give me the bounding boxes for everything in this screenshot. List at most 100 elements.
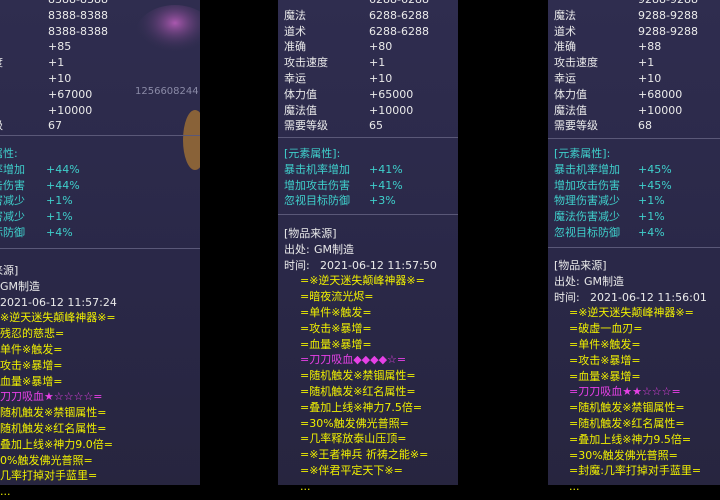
source-from-label: 出处:	[554, 274, 580, 288]
effect-line: 单件※触发=	[0, 343, 63, 356]
stat-value: 6288-6288	[369, 0, 429, 8]
stat-value: +10	[638, 72, 662, 85]
effect-line: =※逆天迷失颠峰神器※=	[300, 274, 425, 288]
element-value: +1%	[46, 210, 73, 224]
effect-line: =随机触发※禁锢属性=	[300, 369, 416, 383]
effect-line: ※逆天迷失颠峰神器※=	[0, 311, 116, 325]
stat-value: 6288-6288	[369, 8, 429, 22]
stat-value: +1	[48, 56, 65, 70]
source-from: GM制造	[584, 274, 625, 288]
stat-value: 9288-9288	[638, 24, 698, 38]
black-gap-1	[200, 0, 278, 485]
effect-line: =30%触发佛光普照=	[569, 448, 678, 462]
effect-line: =刀刀吸血★★☆☆☆=	[569, 385, 681, 399]
stat-value: +1	[369, 56, 386, 70]
effect-line: =血量※暴增=	[569, 369, 641, 383]
element-label: 暴击机率增加	[284, 162, 350, 176]
divider	[278, 214, 458, 215]
element-label: 标防御	[0, 226, 25, 239]
stat-label: 准确	[284, 40, 306, 54]
effect-line: =攻击※暴增=	[300, 321, 372, 335]
effect-line: =单件※触发=	[569, 338, 641, 351]
element-value: +44%	[46, 162, 80, 176]
stat-label: 幸运	[284, 72, 306, 85]
source-header: [物品来源]	[284, 227, 337, 240]
element-header: [元素属性]:	[554, 147, 611, 160]
element-label: 害减少	[0, 194, 25, 208]
effect-line: ...	[0, 485, 11, 499]
stat-value: +85	[48, 40, 72, 54]
stat-value: 67	[48, 119, 62, 133]
stat-value: +10000	[369, 103, 414, 117]
element-label: 增加攻击伤害	[554, 178, 620, 192]
element-value: +1%	[638, 210, 665, 224]
stat-value: 6288-6288	[369, 24, 429, 38]
stat-value: +10	[369, 72, 393, 85]
element-value: +3%	[369, 194, 396, 208]
effect-line: 血量※暴增=	[0, 374, 63, 388]
effect-line: =随机触发※红名属性=	[569, 417, 685, 430]
stat-label: 幸运	[554, 72, 576, 85]
effect-line: 随机触发※红名属性=	[0, 422, 107, 435]
divider	[0, 135, 200, 136]
effect-line: =血量※暴增=	[300, 337, 372, 351]
source-time: 2021-06-12 11:57:24	[0, 295, 117, 309]
stat-label: 魔法	[284, 8, 306, 22]
source-time-label: 时间:	[284, 258, 310, 272]
source-time: 2021-06-12 11:57:50	[320, 258, 437, 272]
stat-label: 需要等级	[554, 119, 598, 133]
effect-line: 残忍的慈悲=	[0, 327, 65, 341]
effect-line: 0%触发佛光普照=	[0, 453, 93, 467]
stat-label: 道术	[554, 24, 576, 38]
element-value: +44%	[46, 178, 80, 192]
effect-line: =暗夜流光烬=	[300, 290, 374, 304]
effect-line: 叠加上线※神力9.0倍=	[0, 437, 113, 451]
stat-value: +68000	[638, 87, 683, 101]
stat-value: 68	[638, 119, 652, 133]
effect-line: =几率释放泰山压顶=	[300, 432, 407, 446]
glow-decoration-icon	[135, 5, 200, 170]
element-label: 暴击机率增加	[554, 162, 620, 176]
stat-value: +1	[638, 56, 655, 70]
element-label: 增加攻击伤害	[284, 178, 350, 192]
stat-value: 8388-8388	[48, 8, 108, 22]
source-time-label: 时间:	[554, 290, 580, 304]
effect-line: =※逆天迷失颠峰神器※=	[569, 306, 694, 320]
stat-label: 攻击速度	[554, 56, 598, 70]
stat-label: 体力值	[554, 87, 587, 101]
stat-value: +10000	[48, 103, 93, 117]
element-value: +4%	[638, 226, 665, 239]
effect-line: 随机触发※禁锢属性=	[0, 406, 107, 420]
side-number: 1256608244	[135, 86, 199, 97]
stat-value: +10000	[638, 103, 683, 117]
source-header: 来源]	[0, 264, 19, 277]
stat-label: 道术	[284, 24, 306, 38]
stat-label: 魔法值	[554, 103, 587, 117]
stat-label: 级	[0, 118, 3, 134]
element-value: +4%	[46, 226, 73, 239]
element-label: 魔法伤害减少	[554, 210, 620, 224]
element-label: 忽视目标防御	[284, 194, 350, 208]
effect-line: =30%触发佛光普照=	[300, 416, 409, 430]
element-header: [元素属性]:	[284, 147, 341, 160]
stat-label: 攻击速度	[284, 56, 328, 70]
stat-value: +80	[369, 40, 393, 54]
stat-value: 9288-9288	[638, 0, 698, 8]
divider	[548, 138, 720, 139]
stat-value: 8388-8388	[48, 0, 108, 8]
element-value: +45%	[638, 162, 672, 176]
stat-value: 8388-8388	[48, 24, 108, 38]
effect-line: =叠加上线※神力7.5倍=	[300, 400, 423, 414]
stat-label: 需要等级	[284, 119, 328, 133]
divider	[0, 248, 200, 249]
effect-line: ...	[300, 479, 311, 493]
effect-line: ...	[569, 480, 580, 494]
stat-label: 体力值	[284, 87, 317, 101]
effect-line: =单件※触发=	[300, 306, 372, 319]
source-from: GM制造	[0, 279, 41, 293]
element-label: 物理伤害减少	[554, 194, 620, 208]
effect-line: =破虚一血刃=	[569, 322, 643, 336]
element-label: 击伤害	[0, 178, 25, 192]
element-value: +1%	[638, 194, 665, 208]
element-label: 害减少	[0, 210, 25, 224]
